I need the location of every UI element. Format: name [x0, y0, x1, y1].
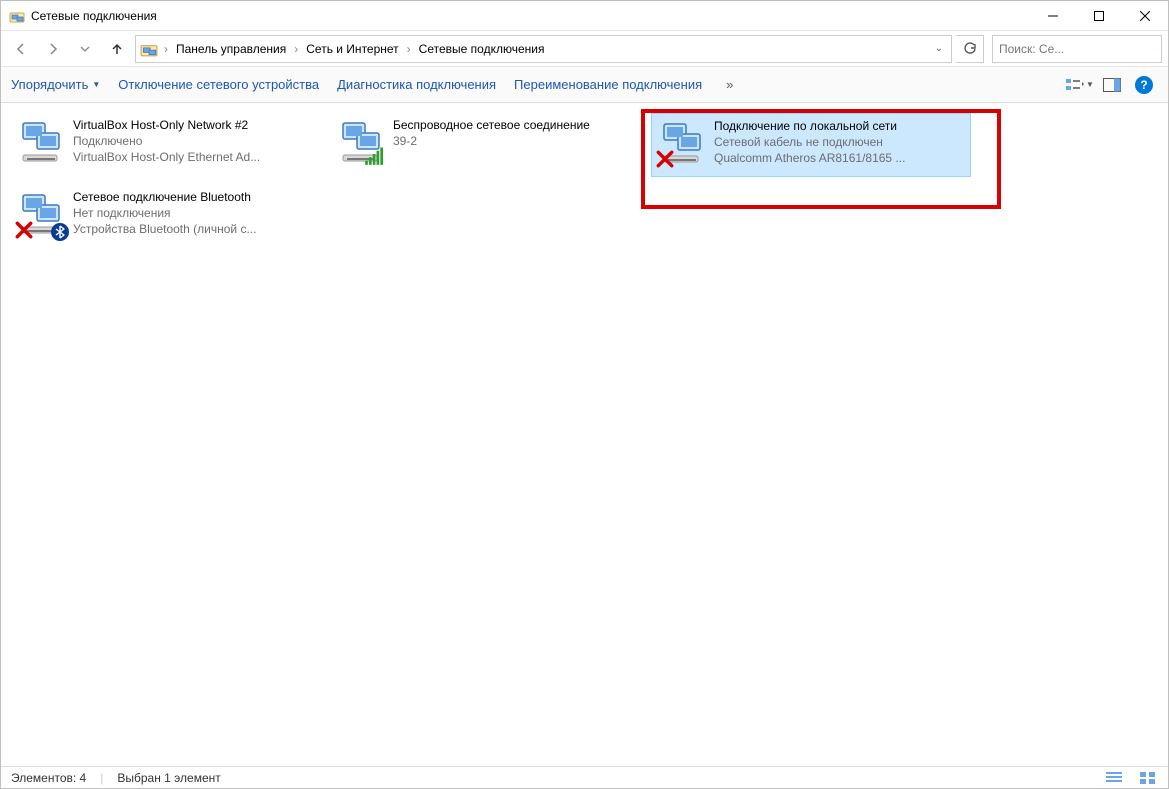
- connection-name: Подключение по локальной сети: [714, 118, 905, 134]
- rename-button[interactable]: Переименование подключения: [514, 77, 702, 92]
- wifi-signal-icon: [363, 141, 389, 167]
- statusbar: Элементов: 4 | Выбран 1 элемент: [1, 766, 1168, 788]
- close-button[interactable]: [1122, 1, 1168, 31]
- search-icon: [1154, 42, 1155, 56]
- breadcrumb-dropdown-icon[interactable]: ⌄: [931, 43, 947, 54]
- maximize-button[interactable]: [1076, 1, 1122, 31]
- search-input[interactable]: [999, 42, 1154, 56]
- navbar: › Панель управления › Сеть и Интернет › …: [1, 31, 1168, 67]
- network-adapter-icon: [337, 117, 385, 165]
- connection-item[interactable]: Беспроводное сетевое соединение 39-2: [331, 113, 631, 177]
- status-selection: Выбран 1 элемент: [117, 771, 220, 785]
- connection-status: Подключено: [73, 133, 260, 149]
- details-view-button[interactable]: [1104, 770, 1124, 786]
- nav-back-button[interactable]: [7, 35, 35, 63]
- content-area[interactable]: VirtualBox Host-Only Network #2 Подключе…: [1, 103, 1168, 766]
- bluetooth-icon: [51, 223, 69, 241]
- preview-pane-button[interactable]: [1098, 71, 1126, 99]
- help-icon: ?: [1135, 76, 1153, 94]
- app-icon: [9, 8, 25, 24]
- network-adapter-icon: [17, 117, 65, 165]
- nav-forward-button[interactable]: [39, 35, 67, 63]
- breadcrumb-item[interactable]: Сетевые подключения: [415, 42, 549, 56]
- chevron-right-icon: ›: [162, 42, 170, 56]
- nav-up-button[interactable]: [103, 35, 131, 63]
- window: Сетевые подключения › Панель управления …: [0, 0, 1169, 789]
- connection-item[interactable]: VirtualBox Host-Only Network #2 Подключе…: [11, 113, 311, 177]
- connection-device: Устройства Bluetooth (личной с...: [73, 221, 256, 237]
- connection-device: Qualcomm Atheros AR8161/8165 ...: [714, 150, 905, 166]
- search-box[interactable]: [992, 35, 1162, 63]
- view-options-button[interactable]: ▼: [1066, 71, 1094, 99]
- connection-item[interactable]: Подключение по локальной сети Сетевой ка…: [651, 113, 971, 177]
- breadcrumb-icon: [140, 40, 158, 58]
- window-title: Сетевые подключения: [31, 9, 157, 23]
- connection-name: Сетевое подключение Bluetooth: [73, 189, 256, 205]
- breadcrumb[interactable]: › Панель управления › Сеть и Интернет › …: [135, 35, 952, 63]
- connection-name: VirtualBox Host-Only Network #2: [73, 117, 260, 133]
- breadcrumb-item[interactable]: Сеть и Интернет: [302, 42, 402, 56]
- minimize-button[interactable]: [1030, 1, 1076, 31]
- titlebar: Сетевые подключения: [1, 1, 1168, 31]
- connection-device: VirtualBox Host-Only Ethernet Ad...: [73, 149, 260, 165]
- connection-item[interactable]: Сетевое подключение Bluetooth Нет подклю…: [11, 185, 311, 249]
- network-adapter-icon: [658, 118, 706, 166]
- diagnose-button[interactable]: Диагностика подключения: [337, 77, 496, 92]
- large-icons-view-button[interactable]: [1138, 770, 1158, 786]
- organize-button[interactable]: Упорядочить▼: [11, 77, 100, 92]
- connection-status: 39-2: [393, 133, 590, 149]
- disconnected-x-icon: [15, 221, 33, 239]
- toolbar: Упорядочить▼ Отключение сетевого устройс…: [1, 67, 1168, 103]
- refresh-button[interactable]: [956, 35, 984, 63]
- status-count: Элементов: 4: [11, 771, 86, 785]
- toolbar-overflow-button[interactable]: »: [720, 77, 739, 92]
- connection-status: Нет подключения: [73, 205, 256, 221]
- disable-device-button[interactable]: Отключение сетевого устройства: [118, 77, 319, 92]
- disconnected-x-icon: [656, 150, 674, 168]
- connection-status: Сетевой кабель не подключен: [714, 134, 905, 150]
- help-button[interactable]: ?: [1130, 71, 1158, 99]
- nav-recent-button[interactable]: [71, 35, 99, 63]
- breadcrumb-item[interactable]: Панель управления: [172, 42, 290, 56]
- chevron-right-icon: ›: [292, 42, 300, 56]
- connection-name: Беспроводное сетевое соединение: [393, 117, 590, 133]
- chevron-right-icon: ›: [405, 42, 413, 56]
- network-adapter-icon: [17, 189, 65, 237]
